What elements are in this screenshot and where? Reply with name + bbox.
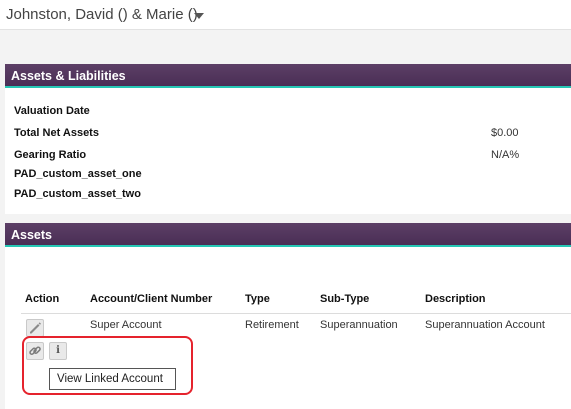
client-name[interactable]: Johnston, David () & Marie () — [6, 6, 198, 23]
account-number-cell[interactable]: Super Account — [90, 319, 162, 331]
custom-asset-one-label: PAD_custom_asset_one — [14, 168, 142, 180]
client-header: Johnston, David () & Marie () — [0, 0, 571, 30]
total-net-assets-label: Total Net Assets — [14, 127, 99, 139]
column-header-action: Action — [25, 293, 60, 305]
custom-asset-two-label: PAD_custom_asset_two — [14, 188, 141, 200]
type-cell: Retirement — [245, 319, 299, 331]
column-header-subtype: Sub-Type — [320, 293, 370, 305]
assets-title: Assets — [5, 223, 571, 247]
description-cell: Superannuation Account — [425, 319, 545, 331]
caret-down-icon[interactable] — [194, 13, 204, 19]
assets-liabilities-title: Assets & Liabilities — [5, 64, 571, 88]
total-net-assets-value: $0.00 — [491, 127, 519, 139]
gearing-ratio-value: N/A% — [491, 149, 520, 161]
tooltip-view-linked-account: View Linked Account — [49, 368, 176, 390]
gearing-ratio-label: Gearing Ratio — [14, 149, 87, 161]
subtype-cell: Superannuation — [320, 319, 398, 331]
column-header-type: Type — [245, 293, 270, 305]
table-divider — [21, 313, 571, 314]
assets-liabilities-panel: Assets & Liabilities Valuation Date Tota… — [5, 64, 571, 214]
column-header-description: Description — [425, 293, 486, 305]
pencil-icon[interactable] — [26, 319, 44, 337]
column-header-account: Account/Client Number — [90, 293, 213, 305]
valuation-date-label: Valuation Date — [14, 105, 90, 117]
